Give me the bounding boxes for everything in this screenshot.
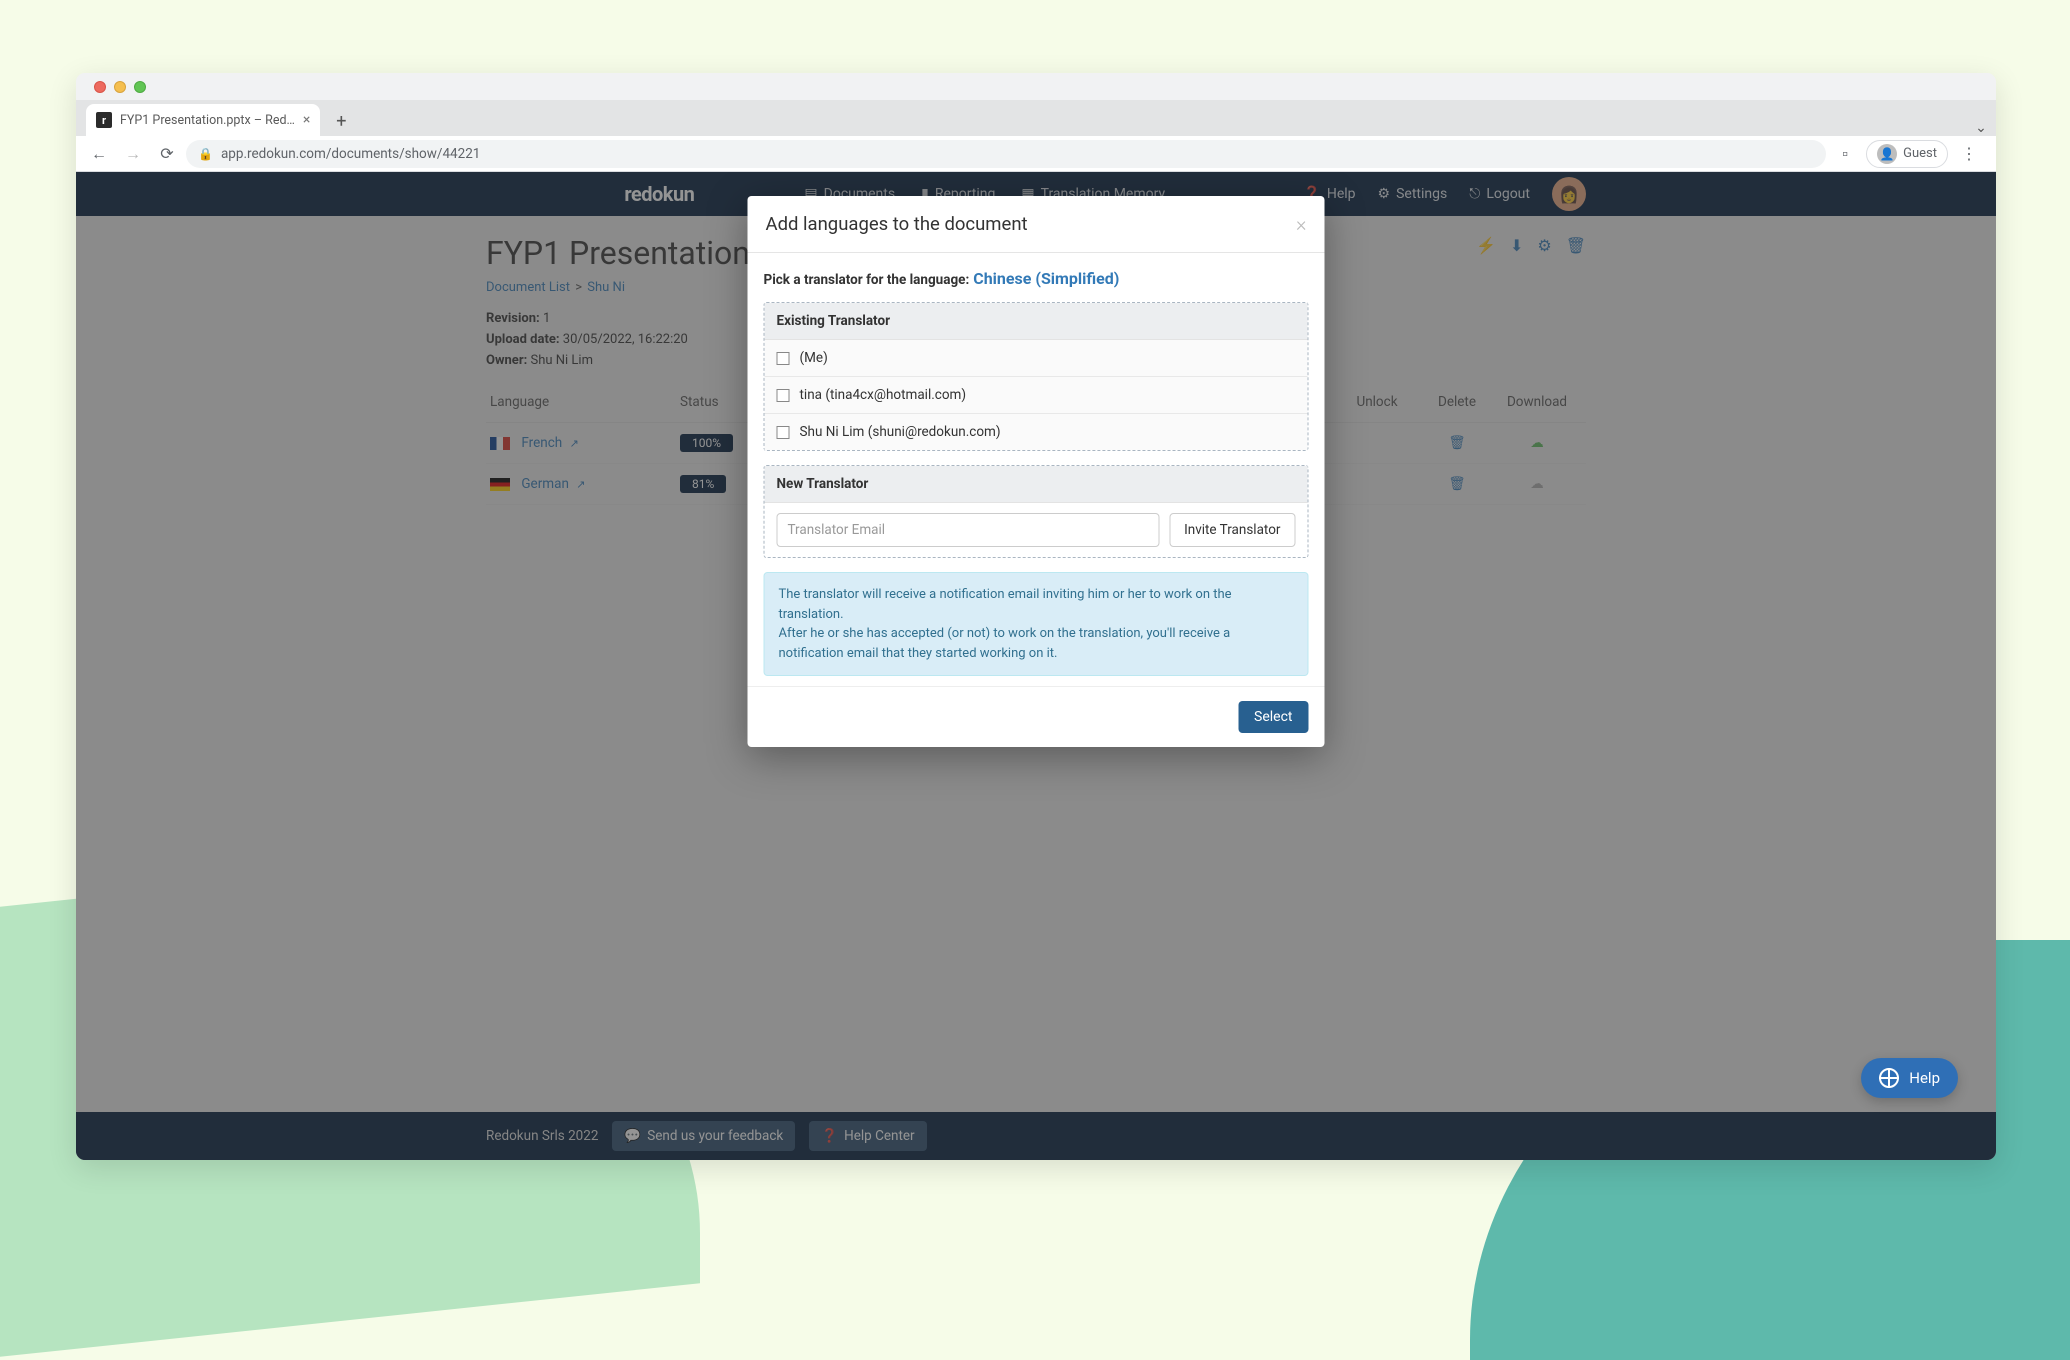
browser-menu-icon[interactable]: ⋮	[1954, 139, 1984, 169]
invite-translator-button[interactable]: Invite Translator	[1169, 513, 1295, 547]
help-widget-label: Help	[1909, 1069, 1940, 1087]
translator-name: tina (tina4cx@hotmail.com)	[800, 387, 967, 403]
url-input[interactable]: 🔒 app.redokun.com/documents/show/44221	[186, 140, 1826, 168]
translator-option[interactable]: tina (tina4cx@hotmail.com)	[765, 377, 1308, 414]
lock-icon: 🔒	[198, 147, 213, 161]
translator-email-input[interactable]	[777, 513, 1160, 547]
new-tab-button[interactable]: +	[326, 106, 356, 136]
url-text: app.redokun.com/documents/show/44221	[221, 146, 480, 162]
translator-name: Shu Ni Lim (shuni@redokun.com)	[800, 424, 1001, 440]
info-line-2: After he or she has accepted (or not) to…	[779, 626, 1231, 661]
browser-tab-active[interactable]: r FYP1 Presentation.pptx – Red… ×	[86, 104, 320, 136]
checkbox[interactable]	[777, 352, 790, 365]
nav-reload-button[interactable]: ⟳	[152, 139, 182, 169]
modal-close-button[interactable]: ×	[1296, 212, 1306, 236]
favicon-icon: r	[96, 112, 112, 128]
tab-title: FYP1 Presentation.pptx – Red…	[120, 113, 295, 128]
window-zoom-dot[interactable]	[134, 81, 146, 93]
browser-tabbar: r FYP1 Presentation.pptx – Red… × + ⌄	[76, 100, 1996, 136]
pick-label-text: Pick a translator for the language:	[764, 272, 970, 288]
existing-translator-panel: Existing Translator (Me) tina (tina4cx@h…	[764, 302, 1309, 451]
profile-label: Guest	[1903, 146, 1937, 161]
browser-address-bar: ← → ⟳ 🔒 app.redokun.com/documents/show/4…	[76, 136, 1996, 172]
translator-name: (Me)	[800, 350, 828, 366]
target-language-link[interactable]: Chinese (Simplified)	[973, 269, 1119, 288]
checkbox[interactable]	[777, 426, 790, 439]
existing-translator-heading: Existing Translator	[765, 303, 1308, 340]
new-translator-heading: New Translator	[765, 466, 1308, 503]
pick-translator-label: Pick a translator for the language: Chin…	[764, 269, 1309, 288]
nav-back-button[interactable]: ←	[84, 139, 114, 169]
lifering-icon	[1879, 1068, 1899, 1088]
help-widget[interactable]: Help	[1861, 1058, 1958, 1098]
translator-option[interactable]: (Me)	[765, 340, 1308, 377]
add-language-modal: Add languages to the document × Pick a t…	[748, 196, 1325, 747]
info-line-1: The translator will receive a notificati…	[779, 587, 1232, 622]
nav-forward-button[interactable]: →	[118, 139, 148, 169]
tab-close-icon[interactable]: ×	[303, 112, 310, 128]
macos-titlebar	[76, 73, 1996, 100]
modal-footer: Select	[748, 686, 1325, 747]
modal-header: Add languages to the document ×	[748, 196, 1325, 253]
translator-option[interactable]: Shu Ni Lim (shuni@redokun.com)	[765, 414, 1308, 450]
checkbox[interactable]	[777, 389, 790, 402]
page-viewport: redokun ▤ Documents ▮ Reporting ▦ Transl…	[76, 172, 1996, 1160]
new-translator-panel: New Translator Invite Translator	[764, 465, 1309, 558]
profile-chip[interactable]: 👤 Guest	[1866, 140, 1948, 168]
modal-title: Add languages to the document	[766, 213, 1028, 235]
extensions-icon[interactable]: ▫	[1830, 139, 1860, 169]
tabs-overflow-icon[interactable]: ⌄	[1966, 120, 1996, 136]
select-button[interactable]: Select	[1238, 701, 1308, 733]
browser-window: r FYP1 Presentation.pptx – Red… × + ⌄ ← …	[76, 73, 1996, 1160]
info-message: The translator will receive a notificati…	[764, 572, 1309, 676]
modal-body: Pick a translator for the language: Chin…	[748, 253, 1325, 686]
window-close-dot[interactable]	[94, 81, 106, 93]
profile-avatar-icon: 👤	[1877, 144, 1897, 164]
window-minimize-dot[interactable]	[114, 81, 126, 93]
